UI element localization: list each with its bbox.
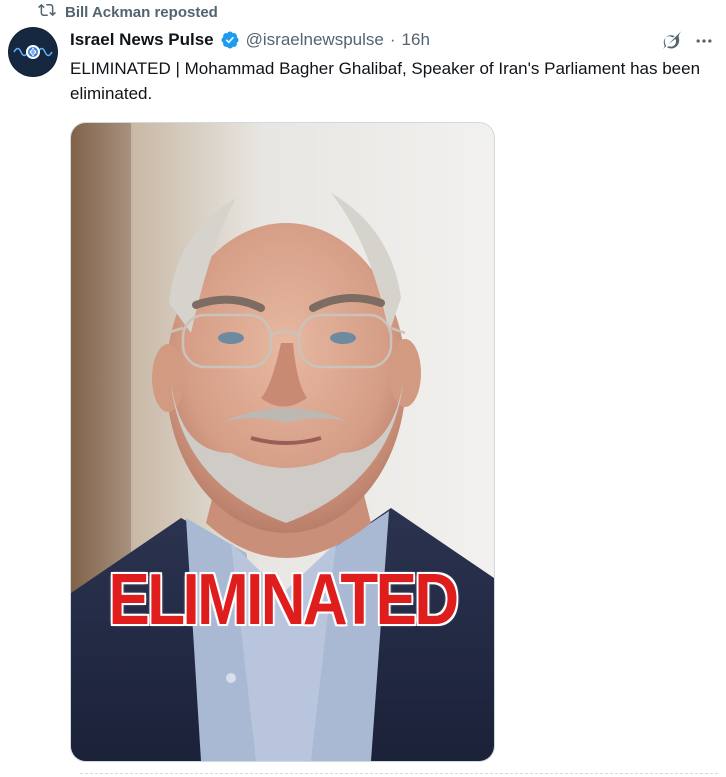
eliminated-overlay-text: ELIMINATED (108, 560, 459, 640)
timestamp[interactable]: 16h (402, 30, 430, 50)
handle[interactable]: @israelnewspulse (246, 30, 384, 50)
tweet-text: ELIMINATED | Mohammad Bagher Ghalibaf, S… (70, 59, 701, 103)
grok-icon[interactable] (660, 30, 682, 52)
display-name[interactable]: Israel News Pulse (70, 30, 214, 50)
tweet-media[interactable]: ELIMINATED (70, 122, 495, 762)
separator-dot: · (389, 30, 396, 49)
divider (80, 773, 718, 774)
avatar[interactable] (8, 27, 58, 77)
tweet-header: Israel News Pulse @israelnewspulse · 16h (70, 28, 666, 52)
repost-label: Bill Ackman reposted (65, 3, 218, 21)
more-icon[interactable] (693, 30, 715, 52)
repost-icon (38, 1, 56, 23)
repost-indicator[interactable]: Bill Ackman reposted (38, 2, 218, 22)
verified-badge-icon[interactable] (220, 30, 240, 50)
portrait-photo (71, 123, 494, 761)
